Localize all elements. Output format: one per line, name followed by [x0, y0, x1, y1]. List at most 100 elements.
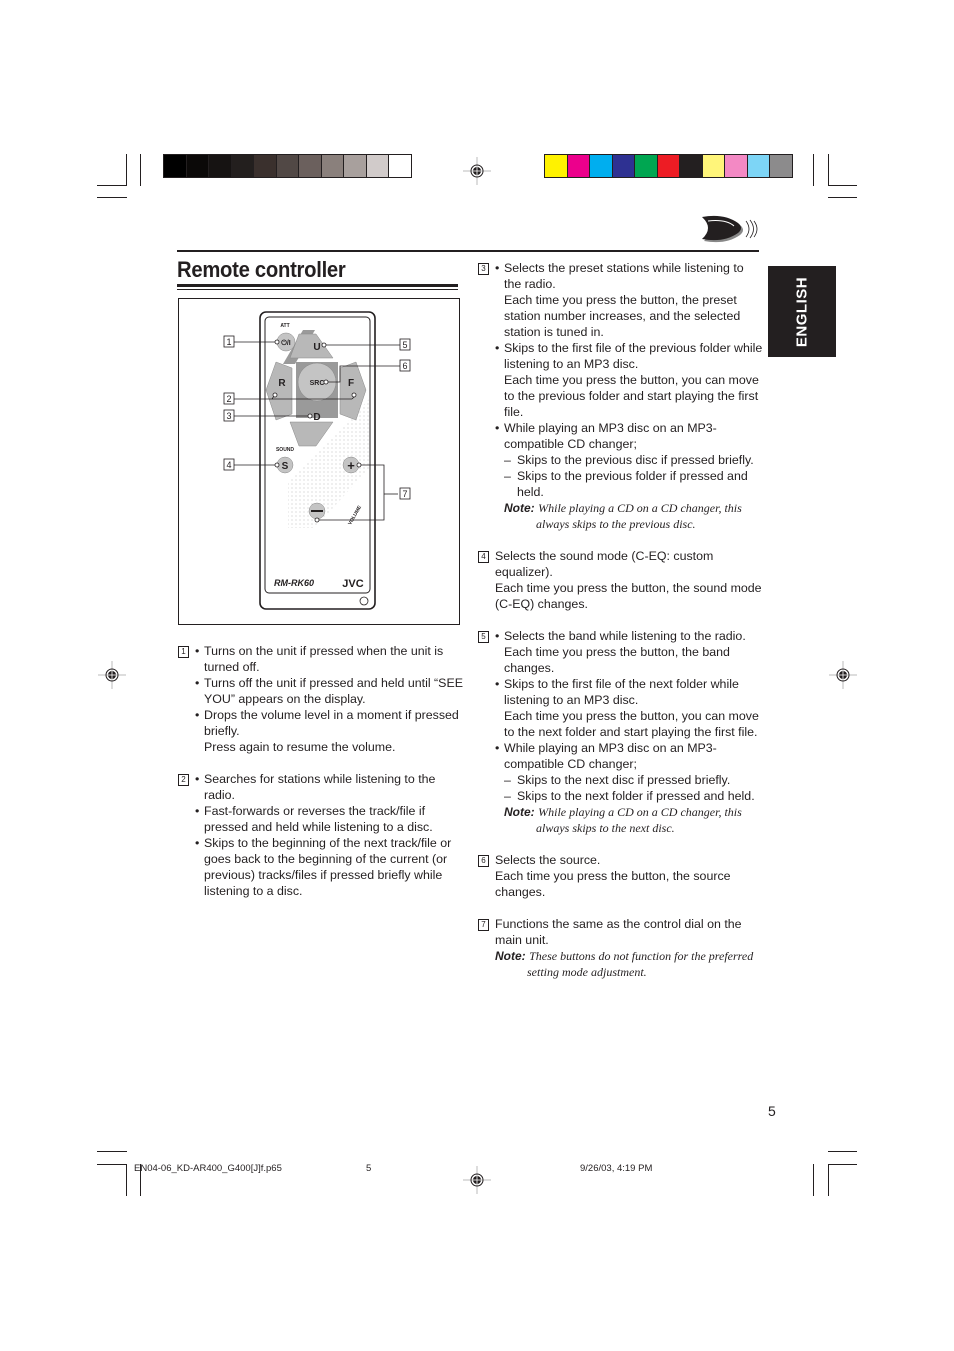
bullet-item: • Selects the band while listening to the…: [478, 628, 763, 644]
description-section: 5 • Selects the band while listening to th…: [478, 628, 763, 836]
color-swatch: [702, 155, 725, 177]
volume-up-label: +: [347, 458, 355, 473]
color-swatch: [657, 155, 680, 177]
footer-page: 5: [366, 1163, 372, 1174]
bullet-text: Searches for stations while listening to…: [204, 772, 436, 802]
right-column: 3 • Selects the preset stations while list…: [478, 260, 763, 996]
bullet-icon: •: [495, 677, 500, 691]
paragraph: Each time you press the button, the pres…: [504, 293, 741, 339]
remote-controller-figure: ATT ⏻/I U R F SRC D SOUND S + VOLUME RM-…: [223, 311, 411, 610]
registration-mark-icon: [463, 1166, 491, 1194]
callout-3: 3: [226, 411, 231, 421]
color-swatch: [567, 155, 590, 177]
bullet-text: While playing an MP3 disc on an MP3-comp…: [504, 421, 717, 451]
gray-swatch: [186, 155, 209, 177]
bullet-text: Selects the band while listening to the …: [504, 629, 746, 643]
d-button-label: D: [313, 412, 320, 423]
footer-filename: EN04-06_KD-AR400_G400[J]f.p65: [134, 1163, 282, 1174]
dash-item: – Skips to the next folder if pressed and…: [478, 788, 763, 804]
registration-mark-icon: [829, 661, 857, 689]
description-section: 6 Selects the source. Each time you press …: [478, 852, 763, 900]
page-title: Remote controller: [177, 257, 346, 282]
paragraph: Selects the sound mode (C-EQ: custom equ…: [495, 549, 714, 579]
power-button-label: ⏻/I: [281, 339, 290, 347]
grayscale-calibration-bar: [163, 154, 412, 178]
dash-icon: –: [504, 453, 511, 467]
gray-swatch: [389, 155, 411, 177]
gray-swatch: [209, 155, 232, 177]
bullet-text: Fast-forwards or reverses the track/file…: [204, 804, 433, 834]
color-swatch: [635, 155, 658, 177]
paragraph: Each time you press the button, the soun…: [495, 581, 762, 611]
color-swatch: [545, 155, 568, 177]
paragraph: Each time you press the button, you can …: [504, 709, 759, 739]
model-label: RM-RK60: [274, 578, 314, 588]
crop-mark: [813, 154, 814, 186]
callout-4: 4: [226, 460, 231, 470]
description-section: 2 • Searches for stations while listening …: [178, 771, 463, 899]
dash-text: Skips to the next folder if pressed and …: [517, 789, 755, 803]
crop-mark: [813, 1164, 814, 1196]
note-text: These buttons do not function for the pr…: [527, 949, 754, 979]
description-section: 7 Functions the same as the control dial …: [478, 916, 763, 980]
att-label: ATT: [280, 323, 289, 329]
item-number-badge: 7: [478, 919, 489, 931]
bullet-text: Selects the preset stations while listen…: [504, 261, 744, 291]
note: Note: While playing a CD on a CD changer…: [478, 500, 763, 532]
bullet-item: • While playing an MP3 disc on an MP3-com…: [478, 420, 763, 452]
color-swatch: [770, 155, 792, 177]
bullet-icon: •: [495, 261, 500, 275]
gray-swatch: [254, 155, 277, 177]
bullet-icon: •: [195, 676, 200, 690]
gray-swatch: [299, 155, 322, 177]
registration-mark-icon: [98, 661, 126, 689]
bullet-text: While playing an MP3 disc on an MP3-comp…: [504, 741, 717, 771]
bullet-item: • Skips to the beginning of the next trac…: [178, 835, 463, 899]
crop-mark: [828, 154, 829, 186]
color-swatch: [747, 155, 770, 177]
bullet-icon: •: [495, 341, 500, 355]
left-column: 1 • Turns on the unit if pressed when the …: [178, 643, 463, 915]
bullet-text: Skips to the first file of the next fold…: [504, 677, 739, 707]
bullet-text: Turns off the unit if pressed and held u…: [204, 676, 463, 706]
language-tab-label: ENGLISH: [793, 276, 811, 347]
dash-text: Skips to the previous folder if pressed …: [517, 469, 748, 499]
crop-mark: [97, 185, 127, 186]
gray-swatch: [366, 155, 389, 177]
color-swatch: [725, 155, 748, 177]
bullet-item: • Drops the volume level in a moment if p…: [178, 707, 463, 739]
description-section: 3 • Selects the preset stations while list…: [478, 260, 763, 532]
page-number: 5: [768, 1103, 776, 1119]
src-button-label: SRC: [310, 380, 325, 387]
crop-mark: [828, 185, 857, 186]
title-underline: [177, 284, 458, 287]
paragraph: Each time you press the button, the band…: [504, 645, 730, 675]
crop-mark: [140, 154, 141, 186]
bullet-icon: •: [495, 421, 500, 435]
crop-mark: [828, 1164, 829, 1196]
paragraph: Each time you press the button, you can …: [504, 373, 759, 419]
bullet-icon: •: [195, 836, 200, 850]
gray-swatch: [344, 155, 367, 177]
crop-mark: [828, 1151, 857, 1152]
bullet-icon: •: [195, 804, 200, 818]
bullet-icon: •: [495, 741, 500, 755]
color-calibration-bar: [544, 154, 793, 178]
crop-mark: [828, 1164, 857, 1165]
bullet-item: • Turns off the unit if pressed and held …: [178, 675, 463, 707]
bullet-item: • Selects the preset stations while liste…: [478, 260, 763, 292]
item-number-badge: 4: [478, 551, 489, 563]
dash-item: – Skips to the previous disc if pressed b…: [478, 452, 763, 468]
bullet-text: Turns on the unit if pressed when the un…: [204, 644, 444, 674]
crop-mark: [126, 1164, 127, 1196]
note-label: Note:: [495, 949, 526, 963]
crop-mark: [828, 197, 857, 198]
description-section: 1 • Turns on the unit if pressed when the …: [178, 643, 463, 755]
callout-1: 1: [226, 337, 231, 347]
header-rule: [177, 250, 759, 252]
crop-mark: [97, 1151, 127, 1152]
dash-text: Skips to the next disc if pressed briefl…: [517, 773, 731, 787]
note: Note: While playing a CD on a CD changer…: [478, 804, 763, 836]
note-text: While playing a CD on a CD changer, this…: [536, 805, 742, 835]
bullet-item: • Skips to the first file of the previous…: [478, 340, 763, 372]
